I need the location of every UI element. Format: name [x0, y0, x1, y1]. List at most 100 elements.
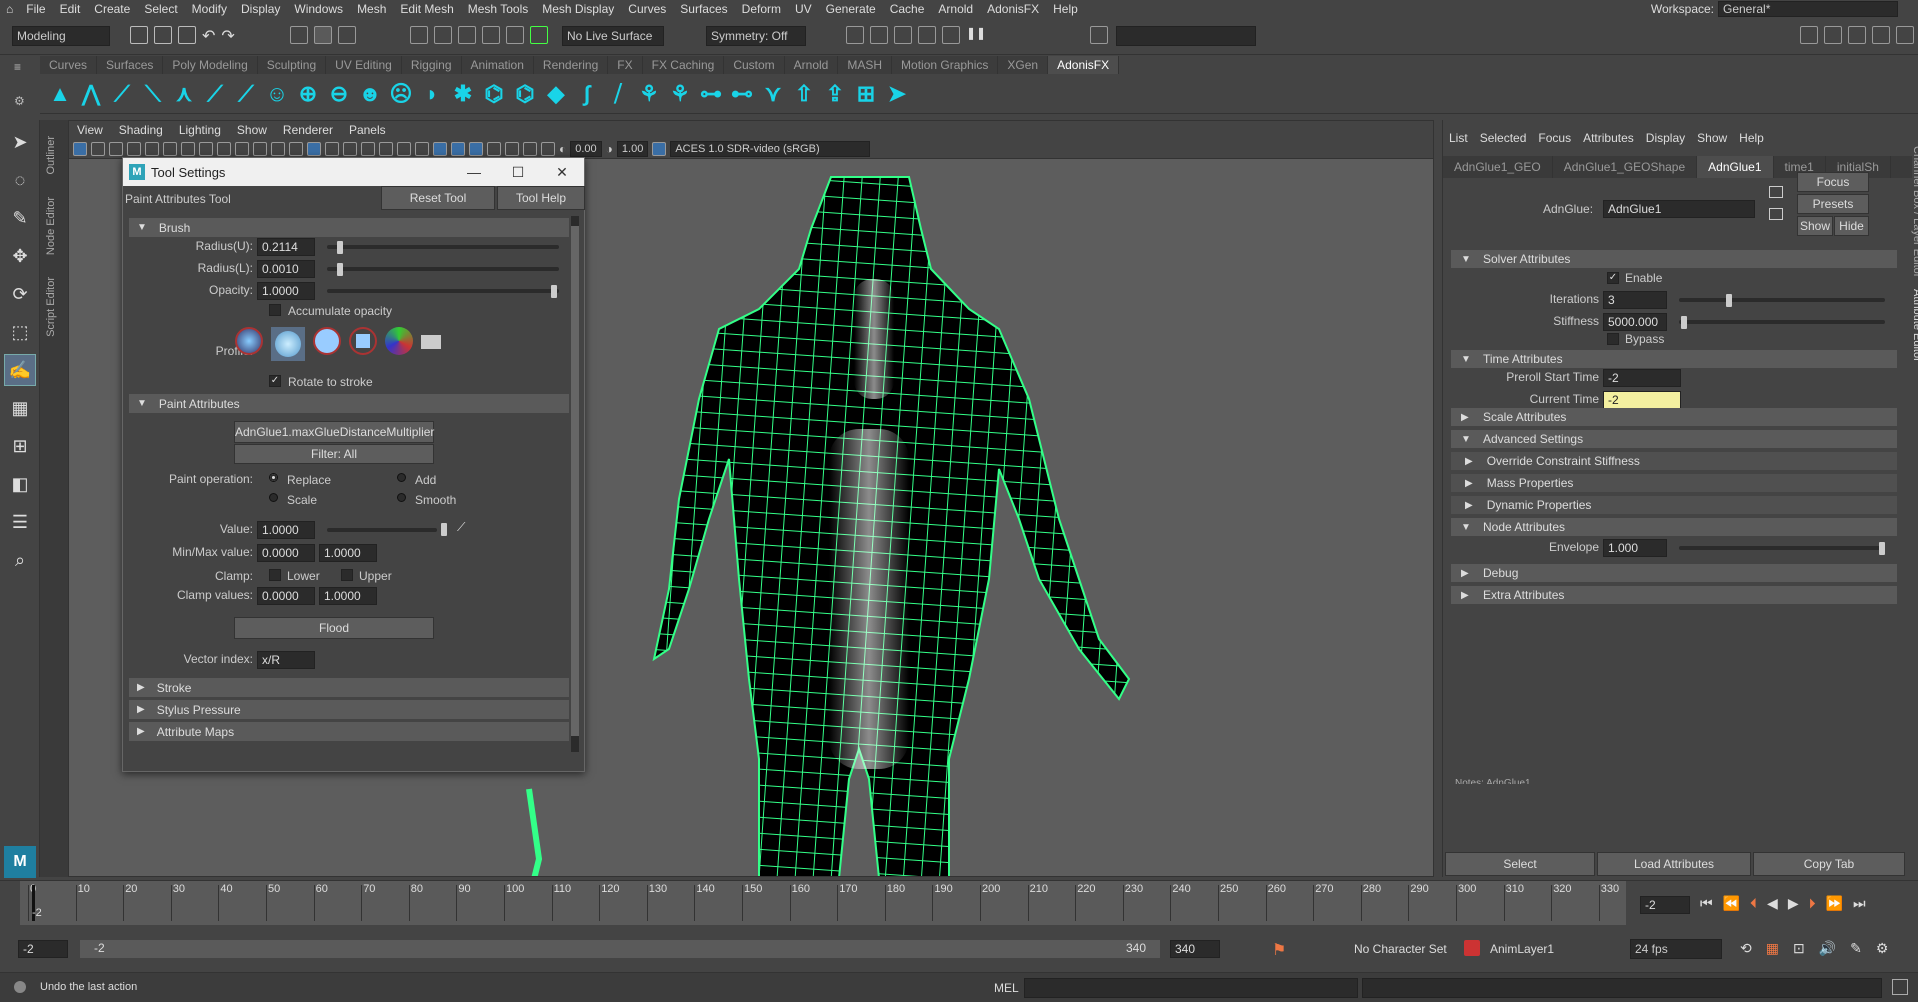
pause-icon[interactable]: ❚❚	[966, 26, 986, 44]
viewport-menu-shading[interactable]: Shading	[111, 123, 171, 137]
ae-menu-attributes[interactable]: Attributes	[1577, 131, 1640, 145]
iterations-slider[interactable]	[1679, 298, 1885, 302]
step-forward-key-icon[interactable]: ⏩	[1826, 895, 1843, 912]
layout-quad-icon[interactable]: ▦	[4, 392, 36, 424]
cache-icon[interactable]: ▦	[1766, 940, 1779, 957]
snap-live-icon[interactable]	[530, 26, 548, 44]
ae-menu-focus[interactable]: Focus	[1532, 131, 1577, 145]
tab-script-editor[interactable]: Script Editor	[45, 271, 63, 343]
adonis-mask-icon[interactable]: ☻	[356, 78, 384, 110]
enable-checkbox[interactable]: ✓	[1607, 272, 1619, 284]
loop-icon[interactable]: ⟲	[1740, 940, 1752, 957]
symmetry-select[interactable]: Symmetry: Off	[706, 26, 806, 46]
smooth-shade-icon[interactable]	[289, 141, 303, 156]
menu-mesh-display[interactable]: Mesh Display	[535, 2, 621, 16]
rotate-to-stroke-checkbox[interactable]: ✓	[269, 375, 281, 387]
adonis-relax-icon[interactable]: ◆	[542, 78, 570, 110]
iterations-slider-handle[interactable]	[1726, 294, 1732, 307]
adonis-fiber-icon[interactable]: ⧸	[604, 78, 632, 110]
image-brush-icon[interactable]	[385, 327, 413, 355]
frame-all-icon[interactable]	[541, 141, 555, 156]
opacity-slider[interactable]	[327, 289, 559, 293]
viewport-menu-view[interactable]: View	[69, 123, 111, 137]
adonis-muscle-icon[interactable]: ⋀	[77, 78, 105, 110]
menu-generate[interactable]: Generate	[819, 2, 883, 16]
value-slider[interactable]	[327, 528, 437, 532]
adonis-body-icon[interactable]: ✱	[449, 78, 477, 110]
layout-tool-icon[interactable]	[1848, 26, 1866, 44]
tab-outliner[interactable]: Outliner	[45, 130, 63, 181]
debug-header[interactable]: ▶ Debug	[1451, 564, 1897, 582]
minimize-icon[interactable]: —	[452, 164, 496, 181]
menu-edit[interactable]: Edit	[53, 2, 88, 16]
radius-l-field[interactable]: 0.0010	[257, 260, 315, 278]
image-plane-icon[interactable]	[127, 141, 141, 156]
adonis-slide-icon[interactable]: ⟍	[139, 78, 167, 110]
adonis-bone-icon[interactable]: ⋏	[170, 78, 198, 110]
workspace-select[interactable]: General*	[1718, 1, 1898, 17]
advanced-settings-header[interactable]: ▼ Advanced Settings	[1451, 430, 1897, 448]
envelope-field[interactable]: 1.000	[1603, 539, 1667, 557]
override-constraint-stiffness-header[interactable]: ▶ Override Constraint Stiffness	[1451, 452, 1897, 470]
shelf-tab-curves[interactable]: Curves	[40, 56, 98, 74]
envelope-slider[interactable]	[1679, 546, 1885, 550]
focus-button[interactable]: Focus	[1797, 172, 1869, 192]
undo-icon[interactable]: ↶	[202, 26, 215, 46]
adonis-face-icon[interactable]: ☺	[263, 78, 291, 110]
value-field[interactable]: 1.0000	[257, 521, 315, 539]
browse-folder-icon[interactable]	[421, 335, 441, 349]
ae-tab-adnglue1-geo[interactable]: AdnGlue1_GEO	[1443, 156, 1553, 178]
hud-icon[interactable]	[505, 141, 519, 156]
go-to-end-icon[interactable]: ⏭	[1853, 895, 1866, 912]
select-tool-icon[interactable]: ➤	[4, 126, 36, 158]
shelf-menu-icon[interactable]: ≡	[14, 60, 21, 74]
adonis-pointer-icon[interactable]: ➤	[883, 78, 911, 110]
select-by-component-icon[interactable]	[338, 26, 356, 44]
layout-split-icon[interactable]: ◧	[4, 468, 36, 500]
snap-surface-icon[interactable]	[506, 26, 524, 44]
film-gate-icon[interactable]	[163, 141, 177, 156]
menu-arnold[interactable]: Arnold	[931, 2, 980, 16]
shelf-tab-arnold[interactable]: Arnold	[784, 56, 839, 74]
attribute-maps-section-header[interactable]: ▶ Attribute Maps	[129, 722, 569, 741]
menu-mesh-tools[interactable]: Mesh Tools	[461, 2, 535, 16]
close-icon[interactable]: ✕	[540, 164, 584, 181]
current-frame-field[interactable]: -2	[1640, 896, 1690, 914]
shelf-tab-fx[interactable]: FX	[608, 56, 643, 74]
safe-title-icon[interactable]	[253, 141, 267, 156]
tool-settings-titlebar[interactable]: M Tool Settings — ☐ ✕	[123, 158, 584, 186]
step-forward-frame-icon[interactable]: ⏵	[1809, 895, 1816, 912]
replace-radio[interactable]	[269, 473, 278, 482]
paint-attributes-section-header[interactable]: ▼ Paint Attributes	[129, 394, 569, 413]
ae-tab-adnglue1-geoshape[interactable]: AdnGlue1_GEOShape	[1553, 156, 1698, 178]
layout-four-icon[interactable]: ⊞	[4, 430, 36, 462]
iterations-field[interactable]: 3	[1603, 291, 1667, 309]
adonis-add-icon[interactable]: ▲	[46, 78, 74, 110]
menu-surfaces[interactable]: Surfaces	[673, 2, 734, 16]
shelf-tab-surfaces[interactable]: Surfaces	[97, 56, 164, 74]
safe-action-icon[interactable]	[235, 141, 249, 156]
adonis-skin-icon[interactable]: ◗	[418, 78, 446, 110]
motion-blur-icon[interactable]	[397, 141, 411, 156]
flood-button[interactable]: Flood	[234, 617, 434, 639]
layout-channel-icon[interactable]	[1872, 26, 1890, 44]
wireframe-on-shaded-icon[interactable]	[307, 141, 321, 156]
save-scene-icon[interactable]	[178, 26, 196, 44]
scale-radio[interactable]	[269, 493, 278, 502]
add-radio[interactable]	[397, 473, 406, 482]
stylus-pressure-section-header[interactable]: ▶ Stylus Pressure	[129, 700, 569, 719]
go-to-start-icon[interactable]: ⏮	[1700, 895, 1713, 912]
dynamic-properties-header[interactable]: ▶ Dynamic Properties	[1451, 496, 1897, 514]
clamp-upper-checkbox[interactable]	[341, 569, 353, 581]
shelf-settings-icon[interactable]: ⚙	[14, 94, 25, 108]
shelf-tab-poly-modeling[interactable]: Poly Modeling	[163, 56, 258, 74]
home-icon[interactable]: ⌂	[0, 2, 19, 16]
menu-adonisfx[interactable]: AdonisFX	[980, 2, 1046, 16]
shelf-tab-mash[interactable]: MASH	[838, 56, 893, 74]
menu-display[interactable]: Display	[234, 2, 287, 16]
rotate-tool-icon[interactable]: ⟳	[4, 278, 36, 310]
adonis-minus-icon[interactable]: ⊖	[325, 78, 353, 110]
animation-end-field[interactable]: 340	[1170, 940, 1220, 958]
adonis-attach-icon[interactable]: ⟋	[108, 78, 136, 110]
reset-tool-button[interactable]: Reset Tool	[381, 186, 495, 210]
